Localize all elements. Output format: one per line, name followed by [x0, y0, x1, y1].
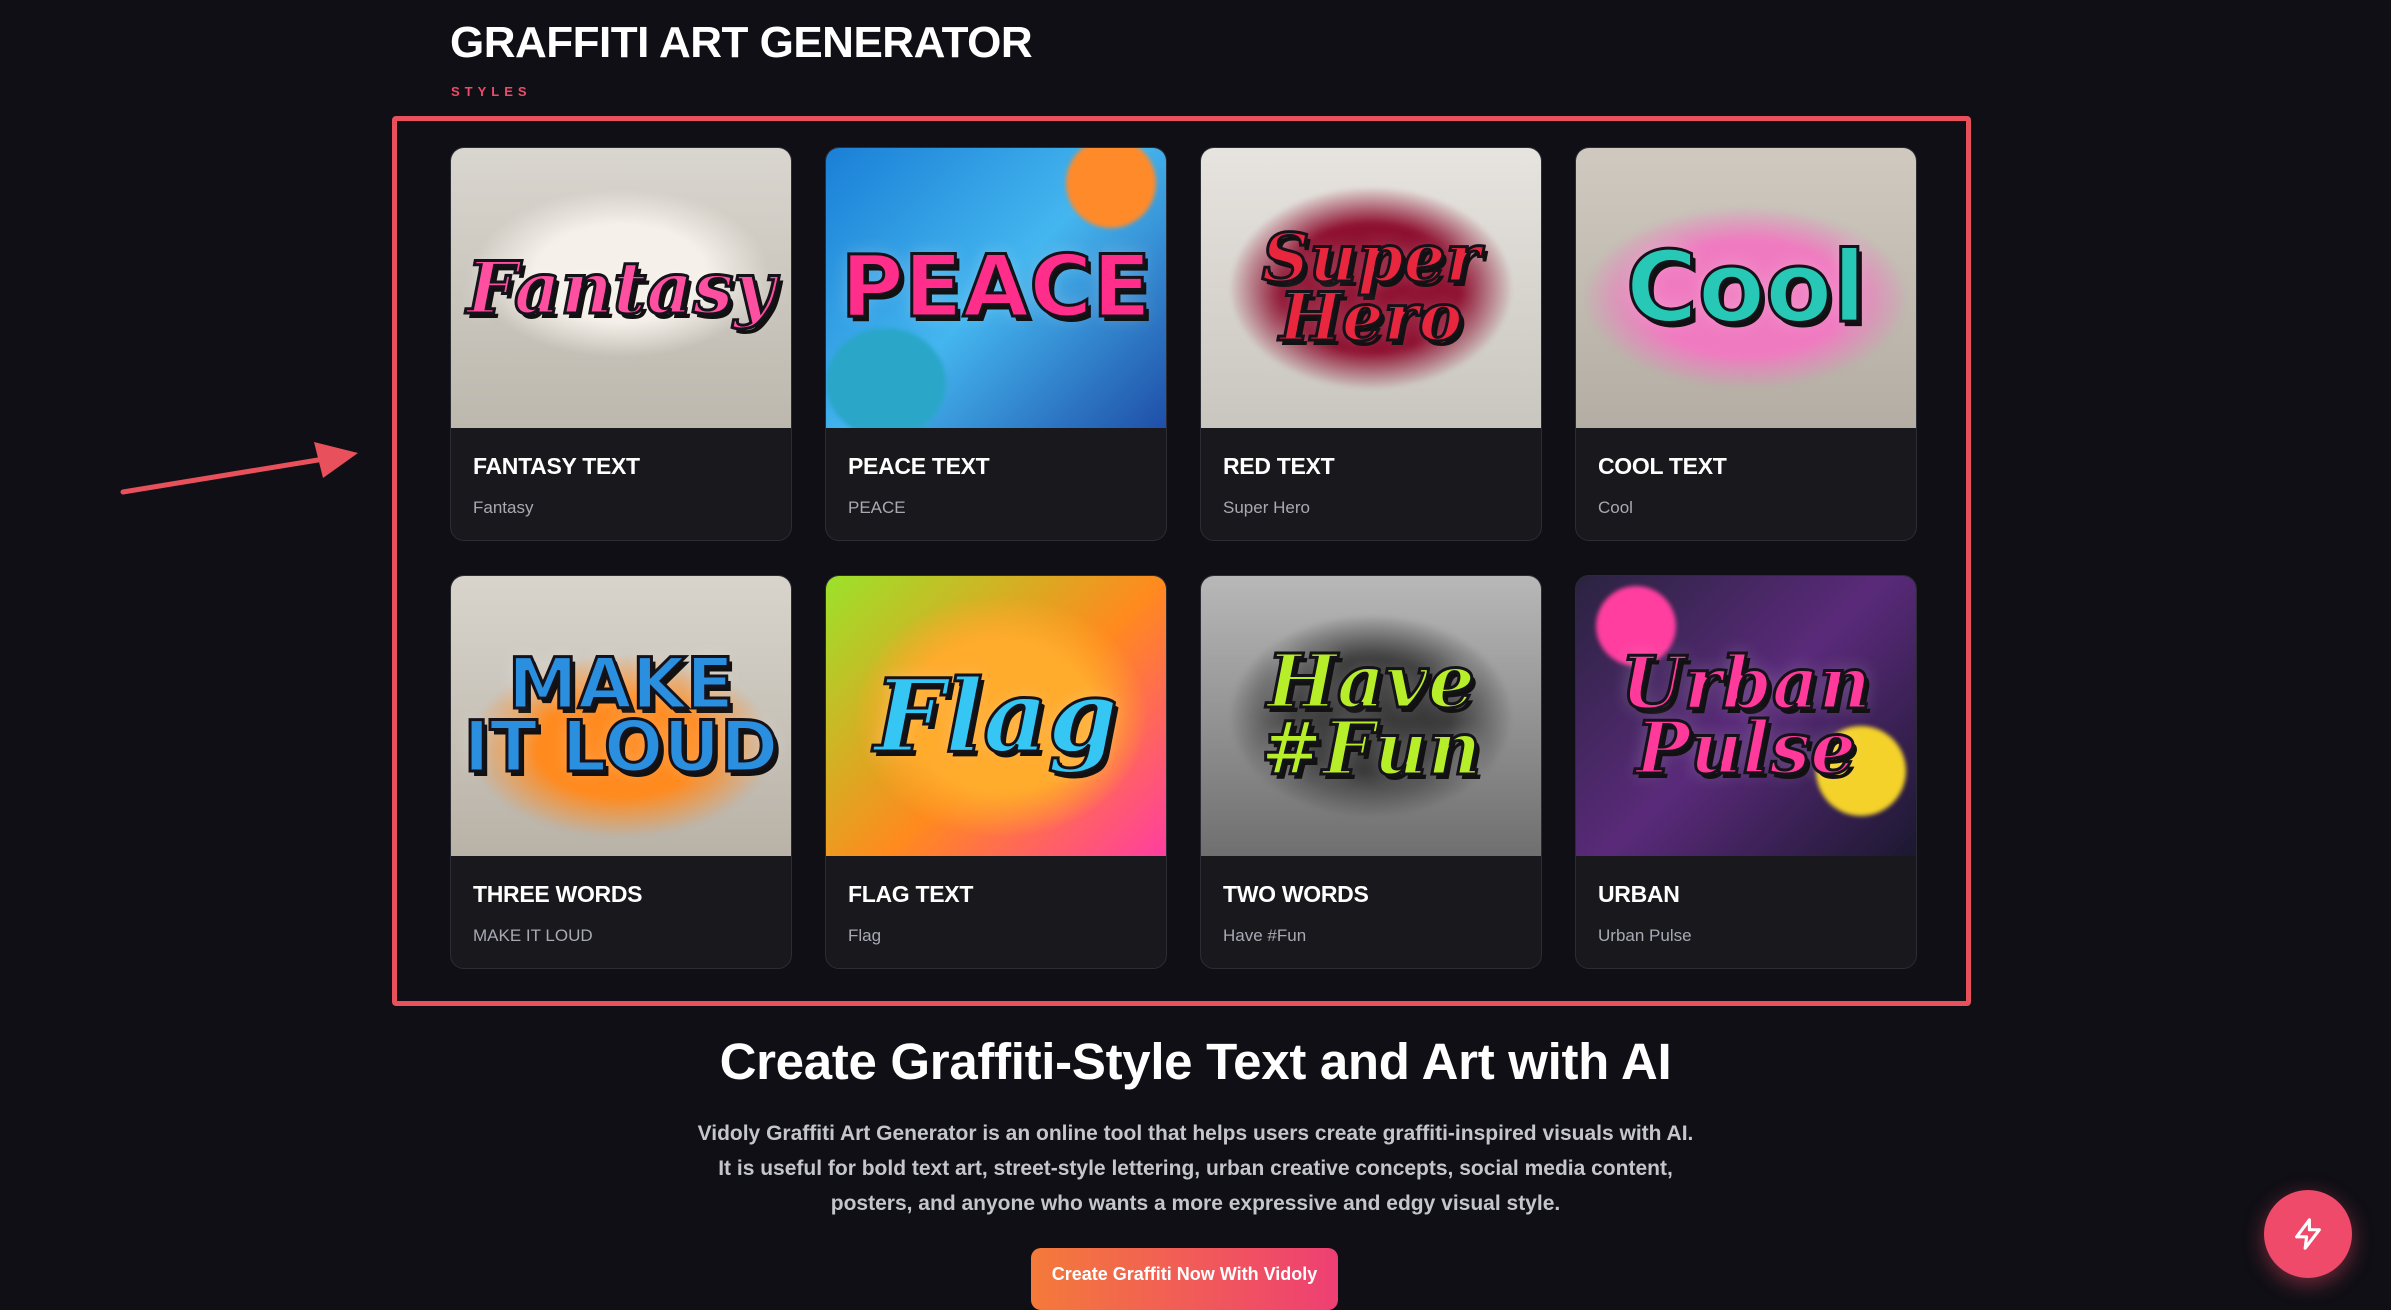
style-card-title: THREE WORDS: [473, 881, 643, 907]
arrow-annotation-icon: [120, 442, 358, 495]
hero-description-line: posters, and anyone who wants a more exp…: [830, 1192, 1561, 1215]
hero-description-line: It is useful for bold text art, street-s…: [718, 1157, 1673, 1180]
graffiti-art-text: Flag: [873, 657, 1120, 775]
style-card-sample: Fantasy: [473, 498, 534, 517]
style-card-sample: Super Hero: [1223, 498, 1310, 517]
graffiti-art-text: Fantasy: [465, 244, 776, 330]
style-thumbnail: Cool: [1576, 148, 1916, 428]
style-card-two-words[interactable]: Have #Fun TWO WORDS Have #Fun: [1200, 575, 1542, 969]
style-card-title: TWO WORDS: [1223, 881, 1369, 907]
style-card-sample: PEACE: [848, 498, 906, 517]
style-thumbnail: Have #Fun: [1201, 576, 1541, 856]
style-card-urban[interactable]: Urban Pulse URBAN Urban Pulse: [1575, 575, 1917, 969]
style-card-title: URBAN: [1598, 881, 1680, 907]
style-card-title: FLAG TEXT: [848, 881, 974, 907]
hero-heading: Create Graffiti-Style Text and Art with …: [719, 1033, 1672, 1090]
style-card-title: PEACE TEXT: [848, 453, 990, 479]
graffiti-art-text: MAKE IT LOUD: [462, 643, 780, 788]
style-grid: Fantasy FANTASY TEXT Fantasy PEACE PEACE…: [450, 147, 1920, 969]
style-card-red[interactable]: Super Hero RED TEXT Super Hero: [1200, 147, 1542, 541]
hero-description: Vidoly Graffiti Art Generator is an onli…: [600, 1116, 1791, 1221]
style-card-title: FANTASY TEXT: [473, 453, 640, 479]
graffiti-art-text: Urban Pulse: [1619, 640, 1872, 790]
style-card-title: RED TEXT: [1223, 453, 1335, 479]
lightning-icon: [2295, 1218, 2321, 1250]
section-label: STYLES: [451, 84, 532, 99]
style-thumbnail: Urban Pulse: [1576, 576, 1916, 856]
style-thumbnail: Flag: [826, 576, 1166, 856]
quick-action-button[interactable]: [2264, 1190, 2352, 1278]
style-card-sample: Urban Pulse: [1598, 926, 1692, 945]
style-thumbnail: Super Hero: [1201, 148, 1541, 428]
style-card-flag[interactable]: Flag FLAG TEXT Flag: [825, 575, 1167, 969]
style-thumbnail: MAKE IT LOUD: [451, 576, 791, 856]
graffiti-art-text: PEACE: [839, 237, 1152, 338]
create-graffiti-button[interactable]: Create Graffiti Now With Vidoly: [1031, 1248, 1338, 1310]
graffiti-art-text: Cool: [1624, 230, 1867, 345]
page-title: GRAFFITI ART GENERATOR: [450, 18, 1033, 67]
style-card-fantasy[interactable]: Fantasy FANTASY TEXT Fantasy: [450, 147, 792, 541]
hero-description-line: Vidoly Graffiti Art Generator is an onli…: [697, 1122, 1694, 1145]
style-card-sample: Flag: [848, 926, 882, 945]
style-card-sample: Cool: [1598, 498, 1633, 517]
style-card-three-words[interactable]: MAKE IT LOUD THREE WORDS MAKE IT LOUD: [450, 575, 792, 969]
style-thumbnail: PEACE: [826, 148, 1166, 428]
style-card-peace[interactable]: PEACE PEACE TEXT PEACE: [825, 147, 1167, 541]
style-thumbnail: Fantasy: [451, 148, 791, 428]
style-card-title: COOL TEXT: [1598, 453, 1727, 479]
graffiti-art-text: Have #Fun: [1259, 639, 1483, 792]
style-card-sample: Have #Fun: [1223, 926, 1307, 945]
style-card-cool[interactable]: Cool COOL TEXT Cool: [1575, 147, 1917, 541]
style-card-sample: MAKE IT LOUD: [473, 926, 593, 945]
graffiti-art-text: Super Hero: [1260, 218, 1482, 356]
